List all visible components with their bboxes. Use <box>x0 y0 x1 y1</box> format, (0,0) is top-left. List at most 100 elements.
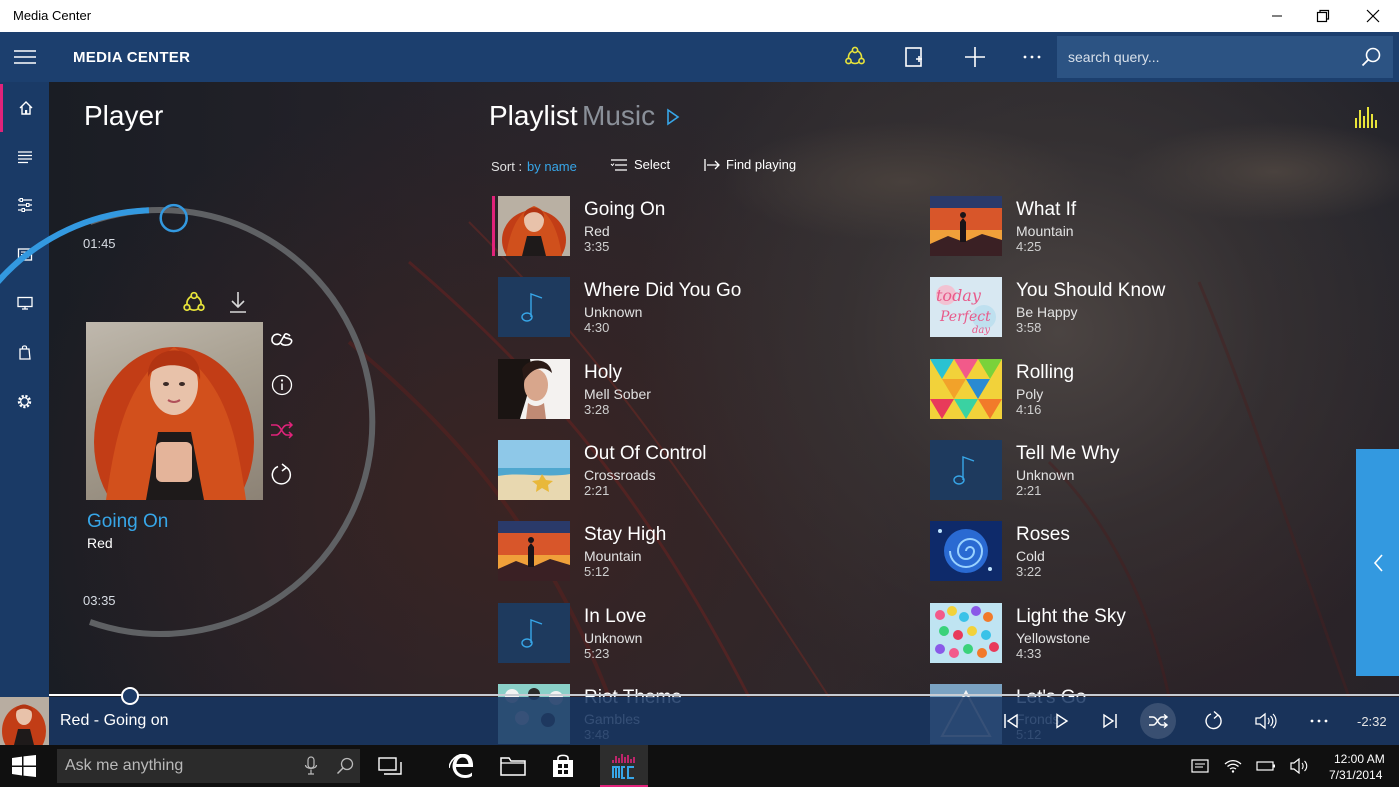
playlist-title[interactable]: Playlist <box>489 100 578 132</box>
album-art-sunset <box>930 196 1002 256</box>
shuffle-toggle[interactable] <box>268 416 296 444</box>
select-button[interactable]: Select <box>610 157 670 172</box>
repeat-icon <box>1205 711 1222 730</box>
next-button[interactable] <box>1091 703 1129 739</box>
info-button[interactable] <box>268 371 296 399</box>
track-row[interactable]: What If Mountain 4:25 <box>930 196 1330 258</box>
clock-time[interactable]: 12:00 AM <box>1334 752 1385 766</box>
track-row[interactable]: Rolling Poly 4:16 <box>930 358 1330 421</box>
now-playing-artist[interactable]: Red <box>87 535 113 551</box>
taskbar-edge-app[interactable] <box>438 745 486 787</box>
side-panel-toggle[interactable] <box>1356 449 1399 676</box>
action-center-button[interactable] <box>1188 756 1212 776</box>
track-row[interactable]: today Perfect day You Should Know Be Happy 3:… <box>930 277 1330 339</box>
track-row[interactable]: Holy Mell Sober 3:28 <box>498 358 898 421</box>
previous-button[interactable] <box>992 703 1030 739</box>
album-art-poly <box>930 358 1002 419</box>
taskbar <box>0 745 1399 787</box>
seek-bar-knob[interactable] <box>121 687 139 705</box>
seek-bar[interactable] <box>49 694 1399 696</box>
track-thumbnail <box>498 439 570 500</box>
repeat-button[interactable] <box>1195 703 1233 739</box>
now-playing-text[interactable]: Red - Going on <box>60 712 169 730</box>
track-row[interactable]: Going On Red 3:35 <box>492 196 898 258</box>
lastfm-button[interactable] <box>268 326 296 354</box>
album-art-rose <box>930 521 1002 582</box>
more-options-button[interactable] <box>1300 703 1338 739</box>
taskbar-file-explorer[interactable] <box>489 745 537 787</box>
track-duration: 5:12 <box>584 564 610 580</box>
track-thumbnail <box>498 358 570 419</box>
battery-icon <box>1256 761 1275 771</box>
track-duration: 5:23 <box>584 645 610 661</box>
microphone-icon[interactable] <box>304 756 318 776</box>
add-button[interactable] <box>953 32 997 82</box>
download-button[interactable] <box>224 288 252 316</box>
mini-album-art-image <box>2 704 46 745</box>
select-list-icon <box>610 158 627 171</box>
track-duration: 4:33 <box>1016 645 1042 661</box>
track-row[interactable]: Out Of Control Crossroads 2:21 <box>498 439 898 502</box>
track-title: Tell Me Why <box>1016 442 1120 464</box>
track-artist: Poly <box>1016 385 1044 402</box>
share-button[interactable] <box>833 32 877 82</box>
track-artist: Unknown <box>584 629 643 646</box>
track-row[interactable]: Light the Sky Yellowstone 4:33 <box>930 602 1330 665</box>
restore-icon <box>1316 9 1330 23</box>
minimize-button[interactable] <box>1254 0 1300 32</box>
restore-button[interactable] <box>1300 0 1346 32</box>
start-button[interactable] <box>0 745 48 787</box>
chevron-left-icon <box>1373 553 1383 572</box>
search-button[interactable] <box>1349 36 1393 78</box>
track-row[interactable]: Where Did You Go Unknown 4:30 <box>498 277 898 339</box>
add-to-playlist-button[interactable] <box>892 32 936 82</box>
track-thumbnail <box>498 277 570 338</box>
player-share-button[interactable] <box>180 288 208 316</box>
track-row[interactable]: Roses Cold 3:22 <box>930 521 1330 583</box>
track-artist: Mell Sober <box>584 385 651 402</box>
track-title: Rolling <box>1016 361 1075 383</box>
track-artist: Mountain <box>584 548 642 565</box>
play-playlist-button[interactable] <box>666 108 680 131</box>
more-options-button[interactable] <box>1010 32 1054 82</box>
volume-button[interactable] <box>1247 703 1285 739</box>
more-icon <box>1023 55 1041 59</box>
track-artist: Unknown <box>584 304 643 321</box>
album-art-beach <box>498 439 570 500</box>
playlist-subtitle[interactable]: Music <box>582 100 655 132</box>
mini-album-art[interactable] <box>0 697 49 745</box>
find-playing-button[interactable]: Find playing <box>704 157 796 172</box>
shuffle-button[interactable] <box>1140 703 1176 739</box>
taskbar-store[interactable] <box>539 745 587 787</box>
repeat-toggle[interactable] <box>268 461 296 489</box>
now-playing-title[interactable]: Going On <box>87 511 168 533</box>
track-row[interactable]: In Love Unknown 5:23 <box>498 602 898 665</box>
sort-by-dropdown[interactable]: by name <box>527 159 577 174</box>
track-artist: Red <box>584 223 610 239</box>
browser-e-icon <box>449 754 474 778</box>
skip-previous-icon <box>1004 713 1018 729</box>
repeat-icon <box>271 463 292 485</box>
find-playing-label: Find playing <box>726 157 797 172</box>
playlist-add-icon <box>905 47 922 67</box>
play-button[interactable] <box>1043 703 1081 739</box>
track-row[interactable]: Stay High Mountain 5:12 <box>498 521 898 583</box>
clock-date[interactable]: 7/31/2014 <box>1329 768 1382 782</box>
track-artist: Yellowstone <box>1016 629 1091 646</box>
wifi-button[interactable] <box>1221 756 1245 776</box>
search-input[interactable] <box>1057 36 1347 78</box>
album-art-balloons <box>930 602 1002 663</box>
close-button[interactable] <box>1350 0 1396 32</box>
search-icon[interactable] <box>336 757 354 775</box>
search-box <box>1057 36 1393 78</box>
select-label: Select <box>634 157 671 172</box>
track-row[interactable]: Tell Me Why Unknown 2:21 <box>930 439 1330 502</box>
taskbar-media-center[interactable] <box>600 745 648 787</box>
album-art-girl-dark <box>498 358 570 419</box>
volume-tray-button[interactable] <box>1288 756 1312 776</box>
visualizer-button[interactable] <box>1354 104 1378 133</box>
battery-button[interactable] <box>1254 756 1278 776</box>
task-view-button[interactable] <box>366 745 414 787</box>
track-artist: Cold <box>1016 548 1045 565</box>
cortana-search-input[interactable] <box>57 749 297 783</box>
